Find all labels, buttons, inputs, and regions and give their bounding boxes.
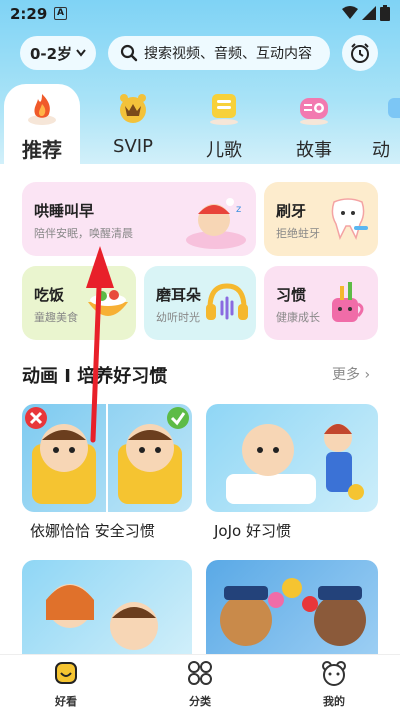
section-title: 动画 I 培养好习惯 [22, 366, 168, 387]
status-time: 2:29 [10, 5, 48, 23]
tab-recommend[interactable]: 推荐 [4, 84, 80, 164]
video-thumbnail-safety-habits[interactable] [22, 404, 192, 512]
search-placeholder: 搜索视频、音频、互动内容 [144, 46, 312, 62]
tab-label: SVIP [113, 136, 153, 157]
card-eating[interactable]: 吃饭 童趣美食 [22, 266, 136, 340]
status-bar: 2:29 A [0, 0, 400, 28]
more-link[interactable]: 更多 › [332, 364, 370, 384]
tab-animation-partial[interactable]: 动 [372, 84, 400, 164]
nav-label: 分类 [189, 695, 211, 708]
police-dogs-illustration [220, 578, 366, 646]
sleeping-baby-illustration: z [186, 198, 246, 249]
rice-bowl-icon [88, 290, 128, 316]
alarm-clock-button[interactable] [342, 35, 378, 71]
flame-icon [28, 94, 56, 125]
tab-label: 儿歌 [206, 140, 242, 161]
battery-icon [380, 5, 390, 21]
crown-bear-icon [120, 94, 146, 123]
tab-label: 推荐 [22, 138, 62, 162]
home-smile-icon [55, 662, 77, 684]
safety-habits-illustration [25, 404, 189, 512]
age-selector[interactable]: 0-2岁 [20, 36, 96, 70]
svg-text:z: z [236, 204, 241, 215]
tab-label: 动 [372, 140, 390, 161]
nav-label: 好看 [55, 695, 77, 708]
nav-profile[interactable]: 我的 [294, 659, 374, 709]
main-content: 哄睡叫早 陪伴安眠，唤醒清晨 z 刷牙 拒绝蛀牙 吃饭 童趣美食 磨耳朵 幼听时… [0, 164, 400, 654]
nav-label: 我的 [323, 695, 345, 708]
video-caption: 依娜恰恰 安全习惯 [30, 522, 155, 540]
search-input[interactable]: 搜索视频、音频、互动内容 [108, 36, 330, 70]
nav-home[interactable]: 好看 [26, 659, 106, 709]
age-selector-label: 0-2岁 [29, 44, 73, 63]
alarm-clock-icon [351, 43, 369, 63]
tooth-icon [331, 198, 368, 241]
song-book-icon [210, 94, 238, 125]
wifi-icon [342, 6, 358, 19]
headphones-icon [206, 283, 248, 320]
card-brush-teeth[interactable]: 刷牙 拒绝蛀牙 [264, 182, 378, 256]
video-thumbnail-jojo-habits[interactable] [206, 404, 378, 512]
more-label: 更多 [332, 367, 360, 383]
radio-icon [300, 98, 328, 125]
card-habits[interactable]: 习惯 健康成长 [264, 266, 378, 340]
card-sleep-wake[interactable]: 哄睡叫早 陪伴安眠，唤醒清晨 z [22, 182, 256, 256]
video-caption: JoJo 好习惯 [214, 522, 291, 540]
tab-label: 故事 [296, 140, 332, 161]
grid-icon [188, 661, 212, 685]
tab-songs[interactable]: 儿歌 [184, 84, 264, 164]
tv-icon [388, 98, 400, 118]
bear-face-icon [322, 661, 346, 686]
video-thumbnail-3[interactable] [22, 560, 192, 654]
family-meal-illustration [46, 584, 158, 650]
jojo-habits-illustration [226, 424, 364, 504]
chevron-down-icon [76, 49, 86, 57]
signal-icon [362, 6, 376, 20]
toothbrush-cup-icon [332, 282, 364, 322]
search-icon [120, 44, 138, 62]
chevron-right-icon: › [364, 367, 371, 383]
bottom-navigation: 好看 分类 我的 [0, 654, 400, 710]
notification-badge: A [54, 7, 67, 20]
tab-svip[interactable]: SVIP [92, 84, 174, 164]
nav-categories[interactable]: 分类 [160, 659, 240, 709]
tab-stories[interactable]: 故事 [274, 84, 354, 164]
card-ear-training[interactable]: 磨耳朵 幼听时光 [144, 266, 256, 340]
video-thumbnail-4[interactable] [206, 560, 378, 654]
category-tabs: 推荐 SVIP 儿歌 故事 动 [0, 84, 400, 164]
